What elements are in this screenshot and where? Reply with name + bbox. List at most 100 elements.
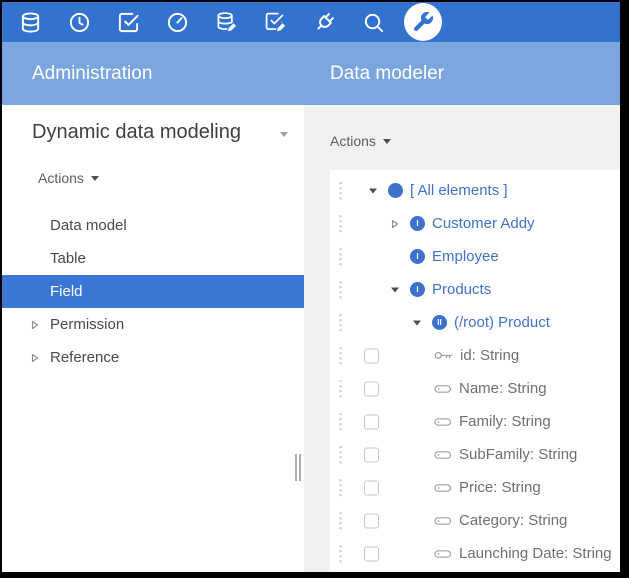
tree-row-customer-addy[interactable]: I Customer Addy [330,207,620,240]
row-checkbox[interactable] [364,480,379,495]
tree-row-content: I Products [390,281,491,298]
toolbar-button-task-check[interactable] [104,2,153,42]
expand-toggle-icon[interactable] [390,219,410,229]
tree-row-id-string[interactable]: id: String [330,339,620,372]
drag-handle-icon[interactable] [339,446,342,464]
tree-row-employee[interactable]: IEmployee [330,240,620,273]
toolbar-button-task-edit[interactable] [251,2,300,42]
drag-handle-icon[interactable] [339,512,342,530]
tree-row-content: id: String [434,347,519,364]
badge-circle: I [410,216,425,231]
tree-row-subfamily-string[interactable]: SubFamily: String [330,438,620,471]
drag-handle-icon[interactable] [339,380,342,398]
chevron-down-icon [383,139,391,144]
row-checkbox[interactable] [364,348,379,363]
drag-handle-icon[interactable] [339,347,342,365]
right-panel-title: Data modeler [330,63,444,85]
tree-row-name-string[interactable]: Name: String [330,372,620,405]
sidebar-item-reference[interactable]: Reference [2,341,304,374]
left-panel-title: Administration [32,63,152,85]
tree-row-all-elements[interactable]: [ All elements ] [330,174,620,207]
tree-row-content: [ All elements ] [368,182,508,199]
task-edit-icon [264,11,287,34]
tree-node-label: Customer Addy [432,215,535,232]
badge-circle [388,183,403,198]
sidebar-item-label: Reference [50,349,119,366]
row-checkbox[interactable] [364,414,379,429]
expand-toggle-icon[interactable] [30,353,50,363]
title-chevron-down-icon[interactable] [280,132,288,137]
toolbar-button-clock[interactable] [55,2,104,42]
drag-handle-icon[interactable] [339,248,342,266]
drag-handle-icon[interactable] [339,182,342,200]
drag-handle-icon[interactable] [339,545,342,563]
tree-row-content: Launching Date: String [434,545,612,562]
panel-headers: Administration Data modeler [2,42,620,105]
tree-row-category-string[interactable]: Category: String [330,504,620,537]
administration-panel: Dynamic data modeling Actions Data model… [2,105,304,572]
tree-row-launching-date-string[interactable]: Launching Date: String [330,537,620,570]
tree-node-label: Launching Date: String [459,545,612,562]
tree-row-content: IEmployee [390,248,499,265]
sidebar-item-field[interactable]: Field [2,275,304,308]
page-title: Dynamic data modeling [32,121,274,144]
tree-node-label: Name: String [459,380,547,397]
badge-circle: II [432,315,447,330]
field-icon [434,516,452,526]
tree-node-label: Price: String [459,479,541,496]
active-tool-circle [404,3,442,41]
tree-row-products[interactable]: I Products [330,273,620,306]
expand-toggle-icon[interactable] [30,320,50,330]
tree-node-label: [ All elements ] [410,182,508,199]
tree-row-content: SubFamily: String [434,446,577,463]
collapse-toggle-icon[interactable] [390,285,410,294]
wrench-icon [411,10,435,34]
clock-icon [68,11,91,34]
drag-handle-icon[interactable] [339,479,342,497]
row-checkbox[interactable] [364,546,379,561]
plug-icon [313,11,336,34]
data-modeler-panel: Actions [ All elements ] I Customer Addy IE… [304,105,620,572]
tree-node-label: Family: String [459,413,551,430]
row-checkbox[interactable] [364,513,379,528]
panel-resize-grip[interactable] [295,454,301,481]
tree-row-root-product[interactable]: II(/root) Product [330,306,620,339]
sidebar-item-data-model[interactable]: Data model [2,209,304,242]
element-badge-icon: I [410,249,425,264]
all-elements-icon [388,183,403,198]
tree-row-content: Name: String [434,380,547,397]
drag-handle-icon[interactable] [339,215,342,233]
toolbar-button-database-edit[interactable] [202,2,251,42]
chevron-down-icon [91,176,99,181]
gauge-icon [166,11,189,34]
tree-row-content: Price: String [434,479,541,496]
sidebar-item-label: Data model [50,217,127,234]
row-checkbox[interactable] [364,447,379,462]
tree-row-price-string[interactable]: Price: String [330,471,620,504]
tree-row-family-string[interactable]: Family: String [330,405,620,438]
toolbar-button-wrench[interactable] [398,2,447,42]
element-badge-icon: I [410,282,425,297]
tree-node-label: SubFamily: String [459,446,577,463]
drag-handle-icon[interactable] [339,413,342,431]
drag-handle-icon[interactable] [339,314,342,332]
toolbar-button-gauge[interactable] [153,2,202,42]
right-panel-header: Data modeler [304,42,620,105]
toolbar-button-database[interactable] [6,2,55,42]
tree-row-content: II(/root) Product [412,314,550,331]
collapse-toggle-icon[interactable] [368,186,388,195]
left-actions-dropdown[interactable]: Actions [38,170,99,186]
tree-row-content: Category: String [434,512,567,529]
tree-node-label: Products [432,281,491,298]
drag-handle-icon[interactable] [339,281,342,299]
sidebar-item-permission[interactable]: Permission [2,308,304,341]
right-actions-label: Actions [330,133,376,149]
app-window: Administration Data modeler Dynamic data… [2,2,620,572]
collapse-toggle-icon[interactable] [412,318,432,327]
row-checkbox[interactable] [364,381,379,396]
toolbar-button-plug[interactable] [300,2,349,42]
search-icon [362,11,385,34]
toolbar-button-search[interactable] [349,2,398,42]
sidebar-item-table[interactable]: Table [2,242,304,275]
right-actions-dropdown[interactable]: Actions [330,133,391,149]
